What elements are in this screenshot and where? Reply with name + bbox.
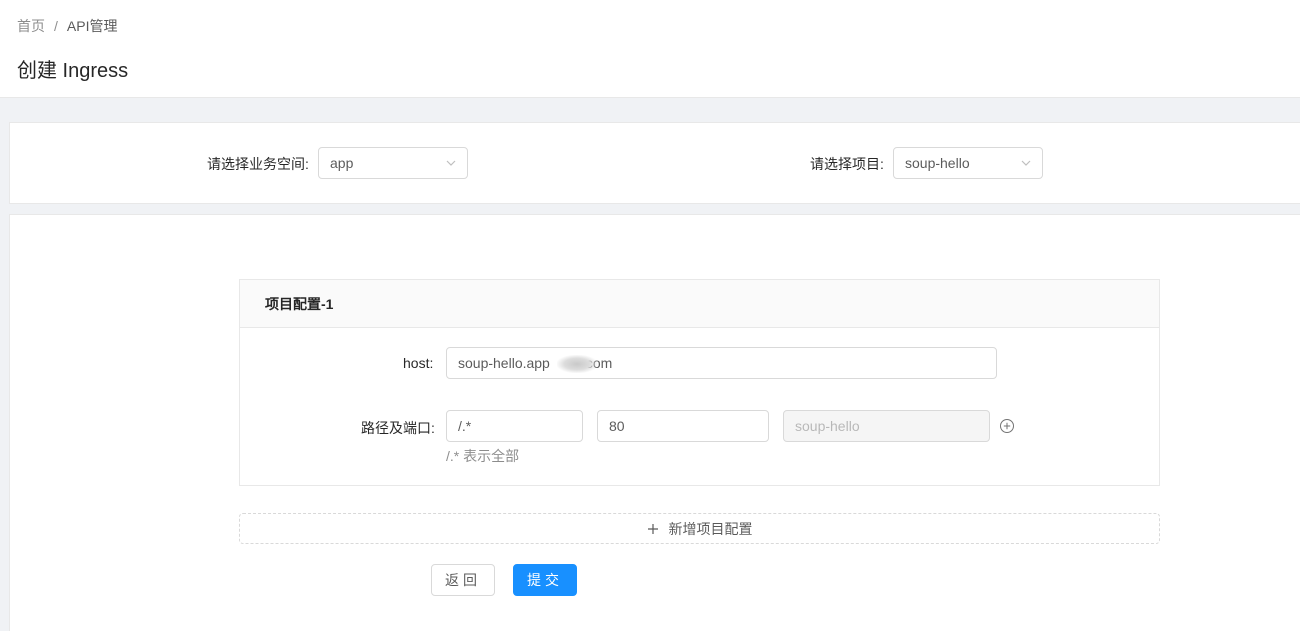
plus-circle-icon[interactable]: [999, 418, 1015, 434]
submit-button[interactable]: 提交: [513, 564, 577, 596]
plus-icon: [647, 523, 658, 534]
service-input: soup-hello: [783, 410, 990, 442]
add-config-button[interactable]: 新增项目配置: [239, 513, 1160, 544]
host-input[interactable]: soup-hello.app com: [446, 347, 997, 379]
breadcrumb-home[interactable]: 首页: [17, 16, 45, 36]
space-select-value: app: [330, 155, 354, 171]
project-select[interactable]: soup-hello: [893, 147, 1043, 179]
chevron-down-icon: [1021, 160, 1031, 166]
redaction-blur: [557, 355, 597, 373]
page-title: 创建 Ingress: [17, 60, 129, 82]
add-config-label: 新增项目配置: [668, 520, 753, 537]
page-header: 首页 / API管理 创建 Ingress: [0, 0, 1300, 98]
port-input-value: 80: [609, 418, 625, 434]
filter-card: [9, 122, 1300, 204]
breadcrumb-separator: /: [54, 18, 58, 34]
service-input-value: soup-hello: [795, 418, 860, 434]
breadcrumb: 首页 / API管理: [17, 16, 117, 36]
breadcrumb-current: API管理: [66, 18, 118, 34]
space-select-label: 请选择业务空间:: [207, 156, 309, 172]
config-panel-title: 项目配置-1: [240, 280, 1159, 328]
host-input-value: soup-hello.app: [458, 355, 550, 371]
chevron-down-icon: [446, 160, 456, 166]
space-select[interactable]: app: [318, 147, 468, 179]
path-port-label: 路径及端口:: [361, 420, 435, 436]
port-input[interactable]: 80: [597, 410, 769, 442]
project-select-label: 请选择项目:: [810, 156, 884, 172]
back-button[interactable]: 返回: [431, 564, 495, 596]
config-panel: 项目配置-1: [239, 279, 1160, 486]
project-select-value: soup-hello: [905, 155, 970, 171]
path-hint: /.* 表示全部: [446, 448, 520, 464]
host-label: host:: [403, 355, 434, 371]
path-input-value: /.*: [458, 418, 472, 434]
path-input[interactable]: /.*: [446, 410, 583, 442]
